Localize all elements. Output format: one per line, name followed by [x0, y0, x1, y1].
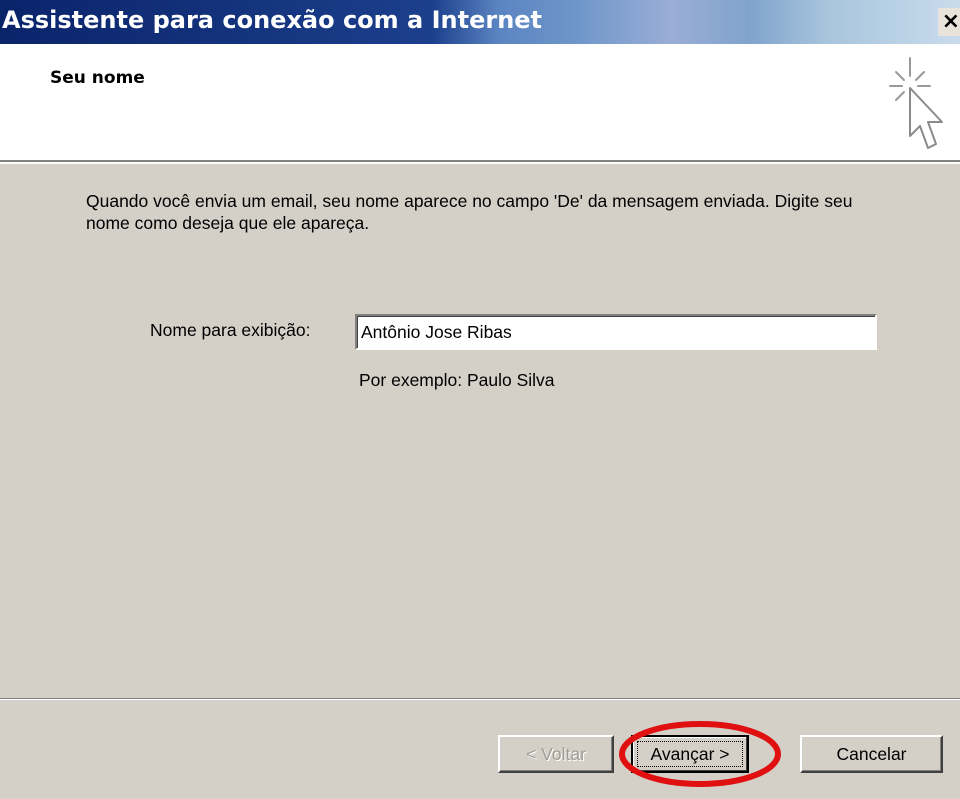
- intro-text: Quando você envia um email, seu nome apa…: [86, 191, 853, 233]
- example-hint: Por exemplo: Paulo Silva: [359, 370, 555, 390]
- title-bar[interactable]: Assistente para conexão com a Internet ×: [0, 0, 960, 44]
- back-button[interactable]: < Voltar: [498, 735, 614, 773]
- wizard-header: Seu nome: [0, 44, 960, 164]
- window-title: Assistente para conexão com a Internet: [2, 6, 543, 34]
- cancel-button[interactable]: Cancelar: [800, 735, 943, 773]
- focus-rectangle: [637, 741, 743, 767]
- wizard-window: Assistente para conexão com a Internet ×…: [0, 0, 960, 799]
- wizard-cursor-icon: [889, 57, 943, 149]
- display-name-input[interactable]: [355, 314, 877, 350]
- display-name-label: Nome para exibição:: [150, 320, 311, 340]
- next-button[interactable]: Avançar >: [631, 735, 749, 773]
- close-button[interactable]: ×: [938, 8, 960, 36]
- page-title: Seu nome: [50, 68, 145, 88]
- footer-separator: [0, 698, 960, 700]
